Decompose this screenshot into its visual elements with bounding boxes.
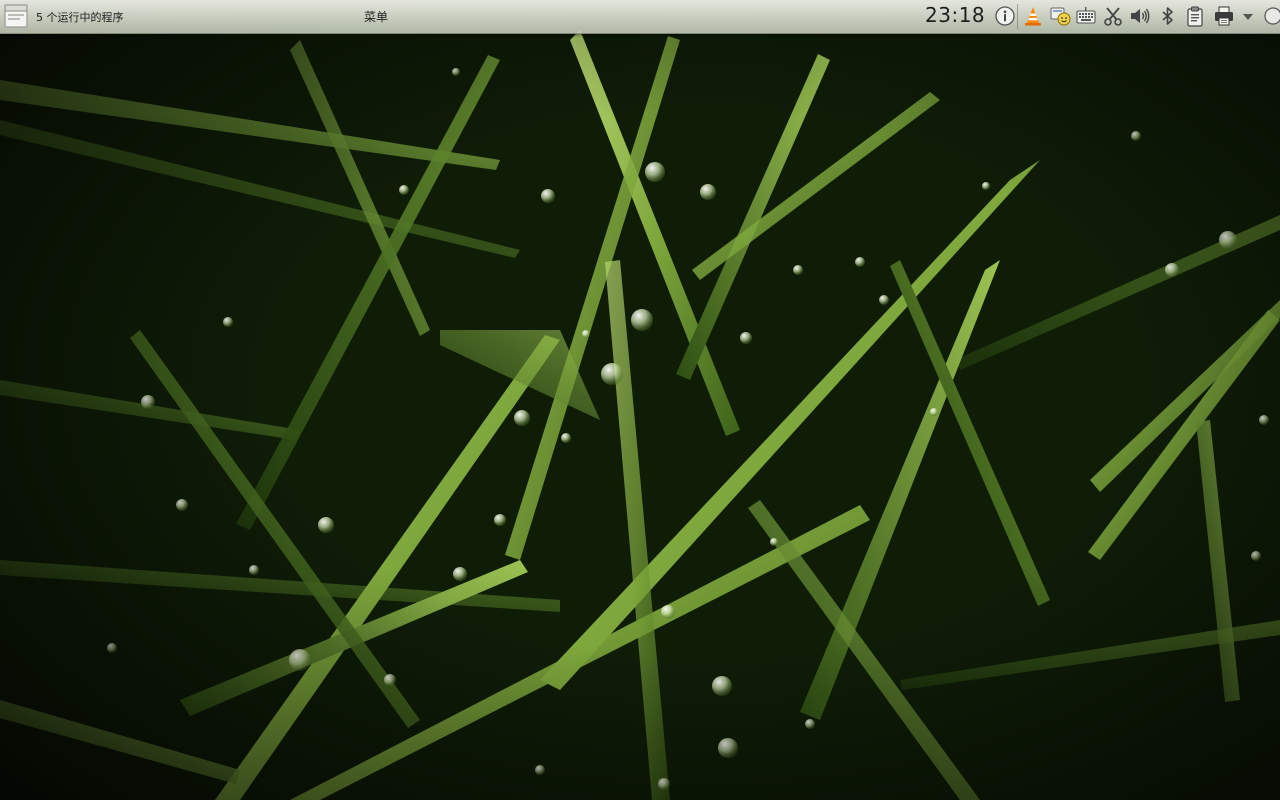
window-list-icon[interactable] [2, 3, 30, 29]
info-icon[interactable] [994, 5, 1016, 27]
volume-icon[interactable] [1129, 5, 1151, 27]
clipboard-icon[interactable] [1184, 5, 1206, 27]
keyboard-icon[interactable] [1075, 5, 1097, 27]
clock[interactable]: 23:18 [925, 3, 985, 27]
top-panel: 5 个运行中的程序 菜单 23:18 [0, 0, 1280, 34]
tray-separator [1017, 4, 1018, 29]
menu-button[interactable]: 菜单 [364, 8, 388, 25]
desktop[interactable]: 5 个运行中的程序 菜单 23:18 [0, 0, 1280, 800]
dropdown-arrow-icon[interactable] [1240, 5, 1256, 27]
printer-icon[interactable] [1213, 5, 1235, 27]
session-icon[interactable] [1262, 5, 1280, 27]
grass-wallpaper [0, 0, 1280, 800]
vlc-icon[interactable] [1022, 5, 1044, 27]
bluetooth-icon[interactable] [1157, 5, 1179, 27]
chat-status-icon[interactable] [1049, 5, 1071, 27]
running-programs-label[interactable]: 5 个运行中的程序 [36, 9, 124, 25]
scissors-icon[interactable] [1102, 5, 1124, 27]
